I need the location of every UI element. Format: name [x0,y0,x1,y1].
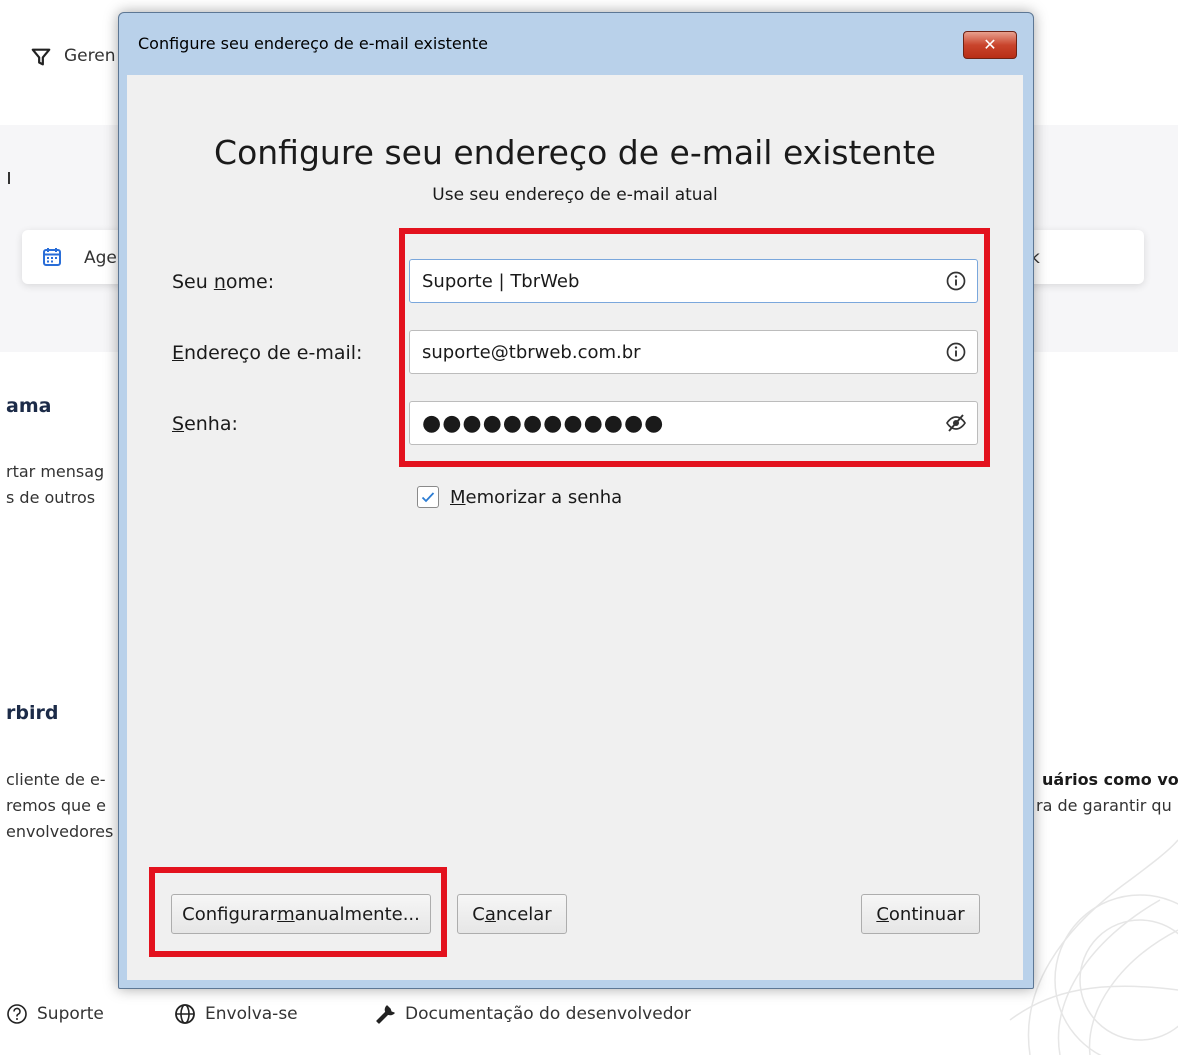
password-label: Senha: [172,413,238,435]
credentials-highlight [399,228,990,467]
section-text: rtar mensag [6,462,105,481]
check-icon [421,492,435,503]
calendar-label[interactable]: Age [84,248,117,268]
cancel-button[interactable]: Ca ncelar [457,894,567,934]
engage-link[interactable]: Envolva-se [174,1002,298,1026]
remember-password[interactable]: Memorizar a senha [417,486,622,508]
calendar-icon [43,248,61,266]
section-text: remos que e [6,796,106,815]
dialog-titlebar[interactable]: Configure seu endereço de e-mail existen… [119,13,1033,75]
dev-docs-label: Documentação do desenvolvedor [405,1004,691,1024]
section-text: cliente de e- [6,770,106,789]
engage-label: Envolva-se [205,1004,298,1024]
remember-checkbox[interactable] [417,486,439,508]
continue-button[interactable]: Continuar [861,894,980,934]
support-label: Suporte [37,1004,104,1024]
page-title: Configure seu endereço de e-mail existen… [214,133,936,172]
help-icon [7,1004,27,1024]
section-text: uários como voc [1042,770,1178,789]
manual-config-highlight [149,867,447,957]
section-text: ra de garantir qu [1036,796,1172,815]
globe-icon [175,1004,195,1024]
email-setup-dialog: Configure seu endereço de e-mail existen… [118,12,1034,989]
name-label: Seu nome: [172,271,275,293]
filter-icon[interactable] [30,46,52,68]
email-label: Endereço de e-mail: [172,342,363,364]
remember-label: Memorizar a senha [450,486,623,508]
support-link[interactable]: Suporte [6,1002,104,1026]
dev-docs-link[interactable]: Documentação do desenvolvedor [374,1002,691,1026]
divider [8,172,10,184]
section-heading: ama [6,395,52,417]
page-subtitle: Use seu endereço de e-mail atual [432,185,718,205]
section-text: envolvedores [6,822,114,841]
section-heading: rbird [6,702,59,724]
dialog-content: Configure seu endereço de e-mail existen… [127,75,1023,980]
close-icon: ✕ [983,35,997,54]
close-button[interactable]: ✕ [963,31,1017,59]
manage-label[interactable]: Geren [64,46,115,66]
window-title: Configure seu endereço de e-mail existen… [138,34,489,53]
wrench-icon [376,1005,395,1024]
section-text: s de outros [6,488,96,507]
